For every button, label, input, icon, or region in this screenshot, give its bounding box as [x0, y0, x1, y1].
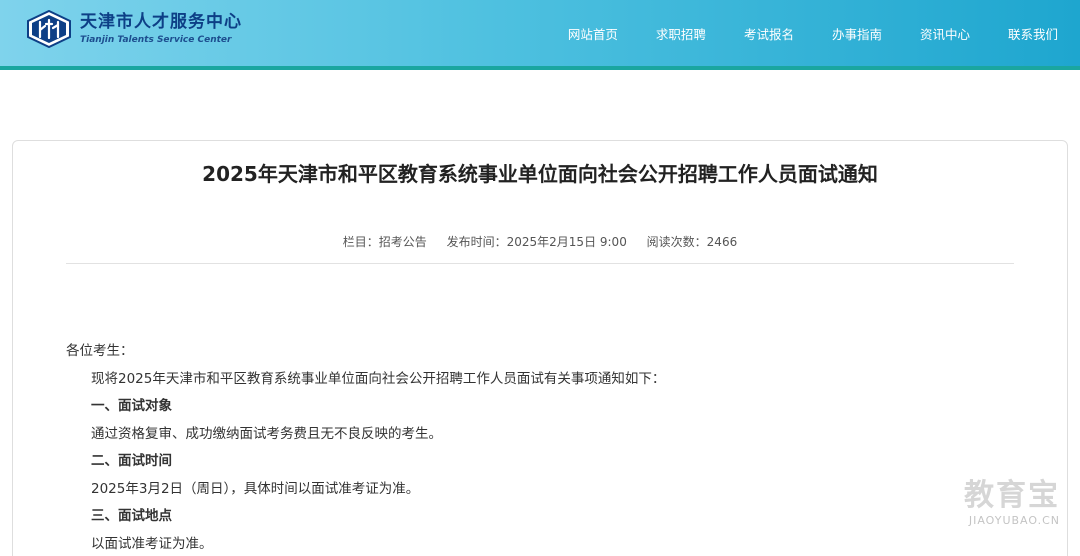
meta-divider — [66, 263, 1014, 264]
logo-title: 天津市人才服务中心 — [80, 12, 242, 32]
tianjin-emblem-icon — [27, 10, 71, 48]
nav-contact-us[interactable]: 联系我们 — [1008, 24, 1058, 43]
intro-paragraph: 现将2025年天津市和平区教育系统事业单位面向社会公开招聘工作人员面试有关事项通… — [91, 370, 666, 387]
section-heading-interview-location: 三、面试地点 — [91, 508, 172, 524]
section-text-interview-candidates: 通过资格复审、成功缴纳面试考务费且无不良反映的考生。 — [91, 425, 442, 442]
nav-home[interactable]: 网站首页 — [568, 24, 618, 43]
nav-service-guide[interactable]: 办事指南 — [832, 24, 882, 43]
section-text-interview-time: 2025年3月2日（周日），具体时间以面试准考证为准。 — [91, 480, 420, 497]
section-heading-interview-candidates: 一、面试对象 — [91, 398, 172, 414]
main-nav: 网站首页 求职招聘 考试报名 办事指南 资讯中心 联系我们 — [568, 0, 1058, 66]
meta-publish-time: 发布时间：2025年2月15日 9:00 — [446, 235, 627, 249]
site-header: 天津市人才服务中心 Tianjin Talents Service Center… — [0, 0, 1080, 66]
article-title: 2025年天津市和平区教育系统事业单位面向社会公开招聘工作人员面试通知 — [202, 162, 878, 186]
nav-news-center[interactable]: 资讯中心 — [920, 24, 970, 43]
section-heading-interview-time: 二、面试时间 — [91, 453, 172, 469]
section-text-interview-location: 以面试准考证为准。 — [91, 535, 213, 552]
meta-views: 阅读次数：2466 — [646, 235, 738, 249]
article-body: 各位考生： 现将2025年天津市和平区教育系统事业单位面向社会公开招聘工作人员面… — [66, 338, 1014, 556]
article-meta: 栏目：招考公告 发布时间：2025年2月15日 9:00 阅读次数：2466 — [0, 233, 1080, 250]
greeting: 各位考生： — [66, 343, 134, 359]
site-logo[interactable]: 天津市人才服务中心 Tianjin Talents Service Center — [26, 10, 242, 48]
nav-exam-registration[interactable]: 考试报名 — [744, 24, 794, 43]
logo-subtitle: Tianjin Talents Service Center — [80, 35, 232, 45]
header-divider — [0, 66, 1080, 70]
meta-category: 栏目：招考公告 — [342, 235, 427, 249]
nav-jobs[interactable]: 求职招聘 — [656, 24, 706, 43]
